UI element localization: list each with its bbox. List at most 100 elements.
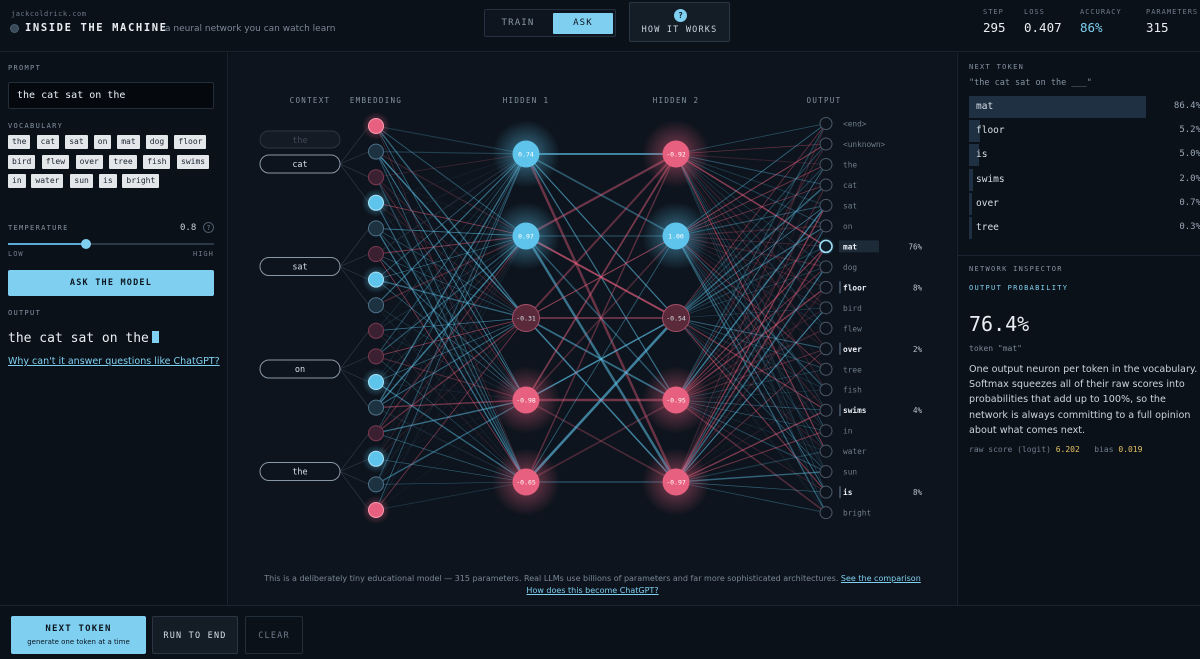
slider-thumb[interactable]: [81, 239, 92, 249]
inspector-subtitle: OUTPUT PROBABILITY: [969, 284, 1069, 292]
embedding-neuron[interactable]: [368, 169, 384, 186]
next-token-button[interactable]: NEXT TOKEN generate one token at a time: [11, 616, 146, 654]
vocab-chip-flew[interactable]: flew: [41, 154, 70, 169]
mode-train-button[interactable]: TRAIN: [488, 13, 548, 34]
how-it-works-button[interactable]: ? HOW IT WORKS: [629, 2, 730, 42]
output-neuron[interactable]: [819, 198, 833, 212]
vocab-chip-on[interactable]: on: [93, 135, 112, 149]
embedding-neuron[interactable]: [368, 143, 384, 160]
embedding-neuron[interactable]: [368, 271, 384, 288]
output-neuron[interactable]: [819, 465, 833, 479]
vocab-chip-tree[interactable]: tree: [109, 154, 137, 169]
output-neuron[interactable]: [819, 178, 833, 192]
vocab-chip-the[interactable]: the: [8, 135, 31, 149]
embedding-neuron[interactable]: [368, 425, 384, 442]
output-neuron[interactable]: [819, 117, 833, 130]
prediction-row[interactable]: swims 2.0%: [969, 168, 1200, 191]
stat-value: 86%: [1080, 20, 1103, 35]
vocab-chip-floor[interactable]: floor: [174, 135, 207, 149]
vocab-chip-cat[interactable]: cat: [36, 135, 60, 149]
run-to-end-button[interactable]: RUN TO END: [152, 616, 238, 654]
temperature-slider[interactable]: [8, 239, 214, 249]
vocab-chip-is[interactable]: is: [99, 174, 117, 188]
vocab-chip-in[interactable]: in: [8, 174, 26, 188]
output-neuron[interactable]: [819, 383, 833, 397]
prediction-row[interactable]: tree 0.3%: [969, 217, 1200, 239]
network-graph: CONTEXT EMBEDDING HIDDEN 1 HIDDEN 2 OUTPUT th…: [259, 96, 922, 524]
edge-context-embedding: [339, 163, 370, 178]
prompt-input[interactable]: [8, 82, 214, 109]
output-neuron[interactable]: [819, 362, 833, 376]
vocab-chip-swims[interactable]: swims: [177, 154, 210, 169]
embedding-neuron[interactable]: [368, 450, 384, 467]
output-token: on: [843, 222, 852, 231]
prediction-row[interactable]: over 0.7%: [969, 192, 1200, 215]
chatgpt-link[interactable]: How does this become ChatGPT?: [229, 586, 956, 595]
text-cursor: [151, 331, 159, 343]
comparison-link[interactable]: See the comparison: [841, 574, 921, 583]
inspector-raw-score: raw score (logit) 6.202 bias 0.019: [969, 445, 1142, 454]
vocab-chip-sun[interactable]: sun: [70, 174, 93, 188]
prediction-percent: 2.0%: [1179, 173, 1200, 184]
app-root: jackcoldrick.com INSIDE THE MACHINE a ne…: [0, 0, 1200, 659]
output-token: flew: [843, 324, 862, 333]
embedding-neuron[interactable]: [368, 246, 384, 262]
output-neuron[interactable]: [819, 485, 833, 499]
embedding-neuron[interactable]: [368, 348, 384, 365]
embedding-neuron[interactable]: [368, 220, 384, 237]
prediction-row[interactable]: mat 86.4%: [969, 96, 1200, 118]
output-neuron[interactable]: [819, 342, 833, 356]
vocab-chip-bright[interactable]: bright: [122, 174, 160, 188]
embedding-neuron[interactable]: [368, 502, 384, 518]
stat-value: 0.407: [1024, 20, 1062, 35]
mode-ask-button[interactable]: ASK: [553, 13, 613, 34]
embedding-neuron[interactable]: [368, 476, 384, 493]
temperature-help-icon[interactable]: ?: [203, 222, 214, 233]
embedding-neuron[interactable]: [368, 118, 384, 134]
embedding-neuron[interactable]: [368, 297, 384, 314]
embedding-neuron[interactable]: [368, 322, 384, 339]
context-token-faded: the: [292, 136, 307, 146]
embedding-neuron[interactable]: [368, 194, 384, 211]
embedding-neuron[interactable]: [368, 399, 384, 416]
output-token: sun: [843, 468, 857, 477]
temperature-high-label: HIGH: [193, 250, 214, 258]
context-token: on: [295, 365, 305, 375]
vocab-chip-bird[interactable]: bird: [8, 154, 36, 169]
vocab-chip-water[interactable]: water: [31, 174, 64, 188]
output-neuron[interactable]: [819, 157, 833, 171]
prediction-bar: [969, 96, 1147, 118]
output-token: <end>: [843, 120, 867, 129]
prediction-percent: 0.3%: [1179, 222, 1200, 232]
output-neuron[interactable]: [819, 301, 833, 315]
output-token: swims: [843, 406, 867, 415]
logo-dot-icon: [11, 25, 18, 32]
why-not-chatgpt-link[interactable]: Why can't it answer questions like ChatG…: [8, 356, 220, 367]
site-name[interactable]: jackcoldrick.com: [11, 10, 86, 18]
output-neuron[interactable]: [819, 260, 833, 274]
embedding-neuron[interactable]: [368, 374, 384, 390]
output-neuron[interactable]: [819, 424, 833, 438]
vocab-chip-mat[interactable]: mat: [117, 135, 140, 149]
output-neuron[interactable]: [819, 403, 833, 417]
output-neuron[interactable]: [819, 321, 833, 335]
output-neuron[interactable]: [819, 506, 833, 520]
prediction-row[interactable]: floor 5.2%: [969, 120, 1200, 143]
output-neuron[interactable]: [819, 219, 833, 233]
output-neuron[interactable]: [819, 280, 833, 294]
prediction-row[interactable]: is 5.0%: [969, 144, 1200, 167]
temperature-label: TEMPERATURE: [8, 224, 69, 232]
output-neuron[interactable]: [819, 137, 833, 151]
vocab-chip-fish[interactable]: fish: [143, 154, 171, 169]
ask-the-model-button[interactable]: ASK THE MODEL: [8, 270, 214, 296]
edge-hidden2-output: [675, 266, 827, 483]
output-neuron[interactable]: [819, 444, 833, 458]
clear-button[interactable]: CLEAR: [245, 616, 303, 654]
output-neuron[interactable]: [819, 239, 833, 254]
edge-embedding-hidden1: [375, 317, 527, 383]
vocab-chip-dog[interactable]: dog: [145, 135, 169, 149]
vocab-chip-over[interactable]: over: [75, 154, 103, 169]
vocab-chip-sat[interactable]: sat: [65, 135, 88, 149]
app-title: INSIDE THE MACHINE: [25, 22, 168, 34]
hidden1-activation: -0.65: [516, 479, 536, 487]
